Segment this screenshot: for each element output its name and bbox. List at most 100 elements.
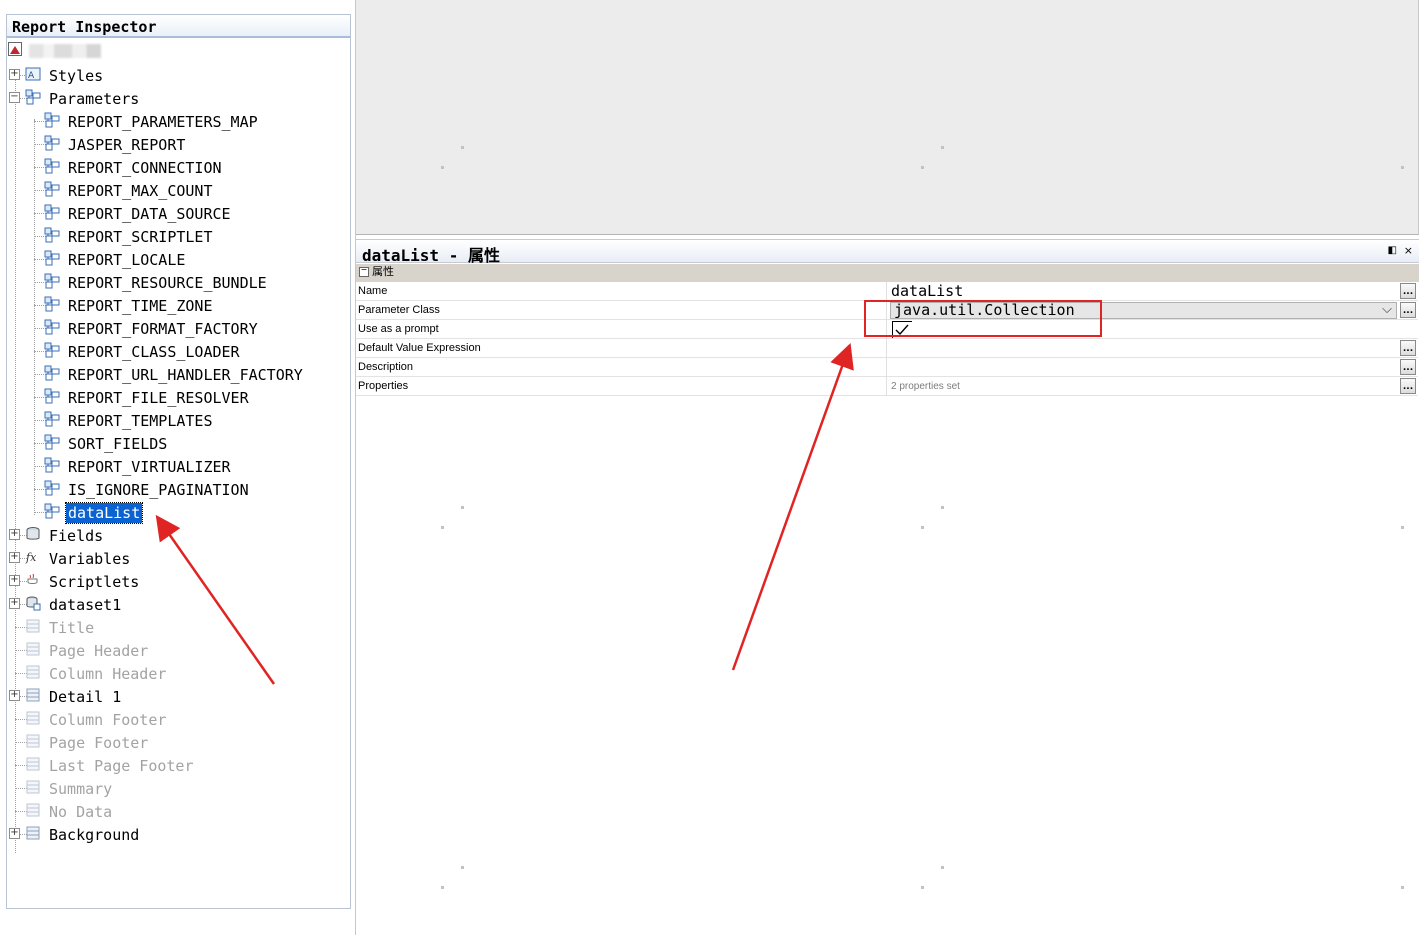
default-value-edit-button[interactable]: ... [1400, 340, 1416, 356]
tree-item-label: REPORT_CLASS_LOADER [68, 343, 240, 361]
report-designer-canvas[interactable] [356, 0, 1419, 235]
parameter-icon [44, 457, 60, 473]
grid-dot [441, 886, 444, 889]
band-icon [25, 733, 41, 749]
tree-item-label: REPORT_RESOURCE_BUNDLE [68, 274, 267, 292]
properties-edit-button[interactable]: ... [1400, 378, 1416, 394]
tree-item-label: REPORT_LOCALE [68, 251, 186, 269]
tree-item-label: REPORT_DATA_SOURCE [68, 205, 231, 223]
chevron-down-icon[interactable]: ⌵ [1382, 302, 1392, 317]
annotation-highlight-box [864, 300, 1102, 337]
grid-dot [461, 146, 464, 149]
band-icon [25, 802, 41, 818]
property-row-properties[interactable]: Properties 2 properties set ... [356, 377, 1418, 396]
grid-dot [441, 526, 444, 529]
property-row-description[interactable]: Description ... [356, 358, 1418, 377]
property-label: Name [358, 285, 388, 297]
properties-panel: dataList - 属性 ◧ × − 属性 Name dataList ...… [356, 239, 1419, 935]
expand-icon[interactable]: + [9, 575, 20, 586]
grid-dot [1401, 886, 1404, 889]
name-edit-button[interactable]: ... [1400, 283, 1416, 299]
parameter-icon [44, 273, 60, 289]
collapse-icon[interactable]: − [359, 266, 369, 277]
properties-title: dataList - 属性 [362, 246, 500, 265]
expand-icon[interactable]: + [9, 598, 20, 609]
tree-item-label: Last Page Footer [49, 757, 194, 775]
tree-line [15, 73, 16, 853]
tree-item-label: Detail 1 [49, 688, 122, 706]
grid-dot [1401, 166, 1404, 169]
band-icon [25, 756, 41, 772]
tree-line [34, 119, 35, 515]
parameter-icon [44, 319, 60, 335]
tree-item-label: REPORT_URL_HANDLER_FACTORY [68, 366, 303, 384]
parameter-icon [44, 411, 60, 427]
dataset-icon [25, 595, 41, 611]
tree-item-label: Parameters [49, 90, 140, 108]
grid-dot [941, 146, 944, 149]
report-root-label-redacted [29, 44, 101, 58]
parameter-icon [44, 204, 60, 220]
property-label: Description [358, 361, 414, 373]
name-value-field[interactable]: dataList [891, 282, 963, 301]
parameter-icon [44, 135, 60, 151]
expand-icon[interactable]: + [9, 828, 20, 839]
tree-item-label: Page Footer [49, 734, 149, 752]
grid-dot [921, 886, 924, 889]
tree-item-label: Fields [49, 527, 104, 545]
column-divider [886, 358, 887, 377]
tree-item-label: Scriptlets [49, 573, 140, 591]
tree-item-label: REPORT_SCRIPTLET [68, 228, 213, 246]
variables-icon: fx [25, 549, 41, 565]
tree-item-label: Background [49, 826, 140, 844]
property-category-row[interactable]: − 属性 [356, 264, 1419, 282]
tree-item-label: REPORT_TEMPLATES [68, 412, 213, 430]
grid-dot [941, 506, 944, 509]
band-icon [25, 710, 41, 726]
parameter-icon [44, 388, 60, 404]
svg-text:fx: fx [25, 551, 37, 564]
property-label: Parameter Class [358, 304, 440, 316]
tree-item-label: REPORT_PARAMETERS_MAP [68, 113, 258, 131]
scriptlet-icon [25, 572, 41, 588]
tree-item-label: REPORT_CONNECTION [68, 159, 222, 177]
tree-item-label: SORT_FIELDS [68, 435, 168, 453]
band-icon [25, 687, 41, 703]
expand-icon[interactable]: + [9, 552, 20, 563]
property-row-name[interactable]: Name dataList ... [356, 282, 1418, 301]
float-window-icon[interactable]: ◧ [1388, 245, 1397, 256]
tree-item-label: Styles [49, 67, 104, 85]
column-divider [886, 339, 887, 358]
tree-item-label: REPORT_MAX_COUNT [68, 182, 213, 200]
grid-dot [921, 526, 924, 529]
tree-item-label: REPORT_FILE_RESOLVER [68, 389, 249, 407]
expand-icon[interactable]: + [9, 690, 20, 701]
expand-icon[interactable]: + [9, 69, 20, 80]
tree-item-label: dataList [64, 502, 144, 524]
property-label: Properties [358, 380, 409, 392]
property-category-label: 属性 [372, 266, 394, 278]
tree-item-label: IS_IGNORE_PAGINATION [68, 481, 249, 499]
parameter-icon [44, 365, 60, 381]
fields-icon [25, 526, 41, 542]
grid-dot [1401, 526, 1404, 529]
grid-dot [461, 506, 464, 509]
property-label: Use as a prompt [358, 323, 439, 335]
column-divider [886, 282, 887, 301]
report-inspector-panel: Report Inspector + A Styles − Parameters REPO… [6, 14, 351, 909]
column-divider [886, 377, 887, 396]
parameter-class-edit-button[interactable]: ... [1400, 302, 1416, 318]
parameter-icon [44, 434, 60, 450]
band-icon [25, 779, 41, 795]
parameter-icon [44, 181, 60, 197]
parameter-icon [44, 227, 60, 243]
report-root-node[interactable] [7, 41, 350, 61]
property-row-default-value-expression[interactable]: Default Value Expression ... [356, 339, 1418, 358]
parameter-icon [25, 89, 41, 105]
close-icon[interactable]: × [1404, 244, 1413, 257]
expand-icon[interactable]: + [9, 529, 20, 540]
description-edit-button[interactable]: ... [1400, 359, 1416, 375]
collapse-icon[interactable]: − [9, 92, 20, 103]
grid-dot [441, 166, 444, 169]
tree-item-label: dataset1 [49, 596, 122, 614]
